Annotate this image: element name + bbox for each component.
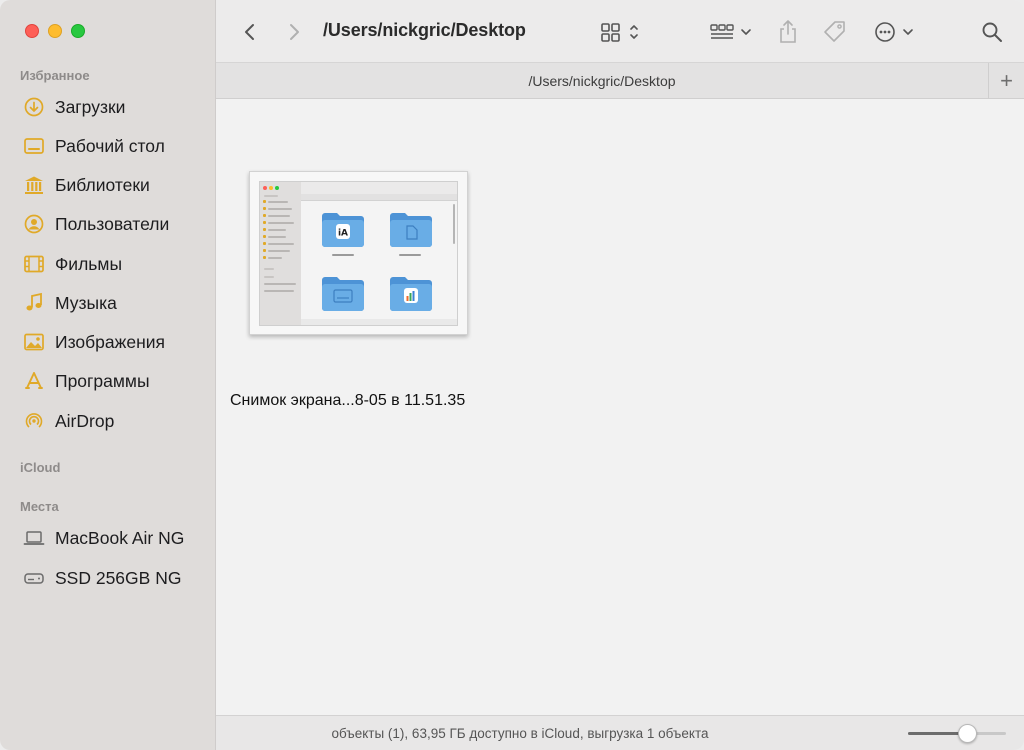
- forward-button[interactable]: [282, 18, 306, 46]
- view-mode-button[interactable]: [600, 18, 644, 46]
- sidebar-item-applications[interactable]: Программы: [22, 367, 150, 395]
- sidebar-section-icloud[interactable]: iCloud: [20, 460, 60, 475]
- sidebar-item-label: SSD 256GB NG: [55, 567, 182, 588]
- folder-icon: iA: [322, 213, 364, 247]
- file-browser-area[interactable]: iA Снимок экрана...8-05 в 11.51.35: [216, 99, 1024, 715]
- laptop-icon: [22, 526, 46, 550]
- group-icon: [710, 24, 751, 39]
- sidebar-item-users[interactable]: Пользователи: [22, 210, 169, 238]
- chevron-right-icon: [290, 24, 299, 40]
- sidebar-item-label: Музыка: [55, 292, 117, 313]
- sidebar-item-movies[interactable]: Фильмы: [22, 250, 122, 278]
- tab-bar: /Users/nickgric/Desktop +: [216, 62, 1024, 99]
- action-menu-button[interactable]: [874, 18, 916, 46]
- status-bar: объекты (1), 63,95 ГБ доступно в iCloud,…: [216, 715, 1024, 750]
- slider-knob[interactable]: [958, 724, 978, 743]
- sidebar-item-label: MacBook Air NG: [55, 527, 185, 548]
- library-icon: [22, 173, 46, 197]
- chevron-left-icon: [245, 24, 254, 40]
- sidebar-item-label: AirDrop: [55, 410, 115, 431]
- sidebar-item-label: Изображения: [55, 331, 165, 352]
- desktop-icon: [22, 134, 46, 158]
- share-button[interactable]: [776, 18, 800, 46]
- music-icon: [22, 291, 46, 315]
- window-controls: [25, 24, 85, 38]
- sidebar-item-label: Программы: [55, 370, 150, 391]
- status-text: объекты (1), 63,95 ГБ доступно в iCloud,…: [331, 726, 709, 741]
- downloads-icon: [22, 95, 46, 119]
- screenshot-preview-image: iA: [259, 181, 458, 326]
- file-name-label[interactable]: Снимок экрана...8-05 в 11.51.35: [230, 392, 500, 410]
- grid-view-icon: [601, 23, 638, 42]
- svg-text:iA: iA: [338, 229, 348, 239]
- sidebar-item-desktop[interactable]: Рабочий стол: [22, 132, 165, 160]
- sidebar-section-favorites: Избранное: [20, 68, 90, 83]
- toolbar: /Users/nickgric/Desktop: [216, 0, 1024, 62]
- close-window-button[interactable]: [25, 24, 39, 38]
- back-button[interactable]: [238, 18, 262, 46]
- zoom-window-button[interactable]: [71, 24, 85, 38]
- search-button[interactable]: [980, 18, 1004, 46]
- folder-icon: [322, 277, 364, 311]
- tags-button[interactable]: [822, 18, 848, 46]
- sidebar-item-ssd[interactable]: SSD 256GB NG: [22, 564, 181, 592]
- sidebar-item-label: Библиотеки: [55, 174, 150, 195]
- sidebar-item-label: Загрузки: [55, 96, 126, 117]
- sidebar-item-label: Рабочий стол: [55, 135, 165, 156]
- sidebar-item-label: Фильмы: [55, 253, 123, 274]
- folder-icon: [390, 277, 432, 311]
- finder-window: Избранное Загрузки Рабочий стол Библиоте…: [0, 0, 1024, 750]
- sidebar-item-label: Пользователи: [55, 213, 170, 234]
- group-button[interactable]: [710, 18, 756, 46]
- sidebar-item-music[interactable]: Музыка: [22, 289, 117, 317]
- share-icon: [780, 20, 796, 43]
- icon-size-slider[interactable]: [908, 724, 1006, 743]
- sidebar: Избранное Загрузки Рабочий стол Библиоте…: [0, 0, 216, 750]
- movies-icon: [22, 252, 46, 276]
- sidebar-section-locations[interactable]: Места: [20, 499, 59, 514]
- disk-icon: [22, 566, 46, 590]
- sidebar-item-macbook[interactable]: MacBook Air NG: [22, 524, 184, 552]
- applications-icon: [22, 369, 46, 393]
- sidebar-item-library[interactable]: Библиотеки: [22, 171, 150, 199]
- window-title: /Users/nickgric/Desktop: [323, 20, 526, 40]
- file-thumbnail[interactable]: iA: [249, 171, 468, 335]
- sidebar-item-airdrop[interactable]: AirDrop: [22, 407, 114, 435]
- more-icon: [875, 22, 913, 42]
- search-icon: [982, 22, 1002, 42]
- minimize-window-button[interactable]: [48, 24, 62, 38]
- folder-icon: [390, 213, 432, 247]
- users-icon: [22, 212, 46, 236]
- sidebar-item-pictures[interactable]: Изображения: [22, 328, 165, 356]
- airdrop-icon: [22, 409, 46, 433]
- tab-current[interactable]: /Users/nickgric/Desktop: [216, 73, 988, 89]
- new-tab-button[interactable]: +: [988, 63, 1024, 99]
- pictures-icon: [22, 330, 46, 354]
- sidebar-item-downloads[interactable]: Загрузки: [22, 93, 125, 121]
- tag-icon: [824, 21, 845, 42]
